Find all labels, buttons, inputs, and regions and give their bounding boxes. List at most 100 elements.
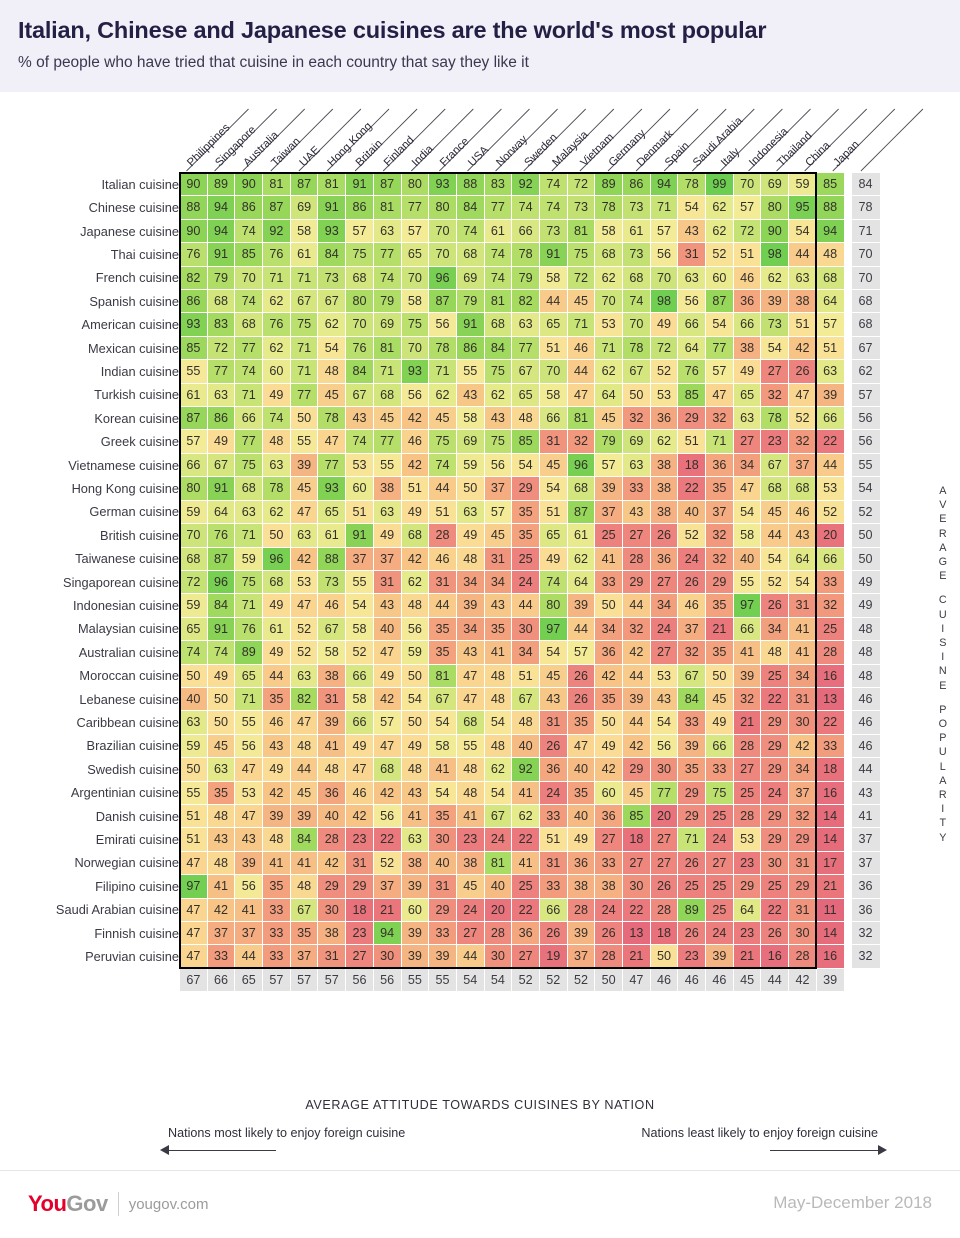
heatmap-cell: 32 bbox=[706, 407, 733, 430]
heatmap-cell: 97 bbox=[539, 617, 567, 641]
heatmap-cell: 73 bbox=[761, 313, 789, 336]
column-header-band: Philippines Singapore Australia Taiwan UAE Ho… bbox=[0, 92, 960, 172]
grid-spacer bbox=[844, 758, 851, 781]
heatmap-cell: 68 bbox=[567, 477, 595, 500]
heatmap-cell: 74 bbox=[180, 641, 207, 664]
heatmap-cell: 84 bbox=[290, 828, 318, 851]
row-label: Emirati cuisine bbox=[1, 828, 179, 851]
heatmap-cell: 45 bbox=[567, 290, 595, 313]
heatmap-cell: 25 bbox=[733, 781, 761, 804]
grid-spacer bbox=[844, 383, 851, 407]
heatmap-cell: 35 bbox=[512, 524, 539, 547]
heatmap-cell: 23 bbox=[733, 851, 761, 875]
heatmap-cell: 98 bbox=[761, 243, 789, 266]
heatmap-cell: 21 bbox=[733, 945, 761, 968]
arrow-left-label: Nations most likely to enjoy foreign cui… bbox=[168, 1126, 406, 1140]
column-label: Japan bbox=[831, 139, 861, 169]
heatmap-cell: 28 bbox=[789, 945, 816, 968]
heatmap-cell: 66 bbox=[816, 407, 844, 430]
heatmap-cell: 32 bbox=[623, 407, 650, 430]
heatmap-cell: 42 bbox=[595, 758, 622, 781]
heatmap-cell: 90 bbox=[761, 219, 789, 243]
heatmap-cell: 39 bbox=[456, 594, 484, 617]
heatmap-cell: 70 bbox=[539, 360, 567, 383]
heatmap-cell: 94 bbox=[207, 196, 235, 219]
heatmap-cell: 77 bbox=[706, 336, 733, 360]
heatmap-cell: 67 bbox=[623, 360, 650, 383]
heatmap-cell: 67 bbox=[761, 453, 789, 477]
heatmap-cell: 44 bbox=[623, 664, 650, 687]
heatmap-cell: 59 bbox=[789, 173, 816, 196]
heatmap-cell: 53 bbox=[346, 453, 373, 477]
heatmap-cell: 22 bbox=[761, 898, 789, 921]
heatmap-cell: 94 bbox=[207, 219, 235, 243]
heatmap-cell: 47 bbox=[373, 734, 401, 758]
heatmap-cell: 39 bbox=[290, 804, 318, 828]
heatmap-cell: 39 bbox=[567, 594, 595, 617]
heatmap-cell: 91 bbox=[207, 243, 235, 266]
heatmap-cell: 67 bbox=[346, 383, 373, 407]
heatmap-cell: 29 bbox=[706, 570, 733, 594]
page-subtitle: % of people who have tried that cuisine … bbox=[18, 53, 529, 71]
heatmap-cell: 77 bbox=[373, 243, 401, 266]
heatmap-cell: 57 bbox=[733, 196, 761, 219]
grid-spacer bbox=[844, 313, 851, 336]
heatmap-cell: 49 bbox=[650, 313, 678, 336]
heatmap-cell: 63 bbox=[789, 266, 816, 290]
heatmap-cell: 20 bbox=[816, 524, 844, 547]
column-average-cell: 46 bbox=[650, 968, 678, 992]
heatmap-cell: 30 bbox=[318, 898, 346, 921]
heatmap-cell: 42 bbox=[401, 407, 429, 430]
arrow-right-line bbox=[770, 1150, 878, 1151]
row-label: Finnish cuisine bbox=[1, 922, 179, 945]
heatmap-cell: 67 bbox=[512, 360, 539, 383]
heatmap-cell: 16 bbox=[816, 945, 844, 968]
heatmap-cell: 47 bbox=[346, 758, 373, 781]
heatmap-cell: 52 bbox=[650, 360, 678, 383]
heatmap-cell: 25 bbox=[678, 875, 706, 898]
heatmap-cell: 51 bbox=[180, 828, 207, 851]
heatmap-cell: 37 bbox=[235, 922, 263, 945]
heatmap-cell: 68 bbox=[180, 547, 207, 570]
heatmap-cell: 19 bbox=[539, 945, 567, 968]
heatmap-cell: 71 bbox=[235, 524, 263, 547]
grid-spacer bbox=[844, 594, 851, 617]
heatmap-cell: 46 bbox=[318, 594, 346, 617]
heatmap-cell: 43 bbox=[539, 687, 567, 711]
heatmap-cell: 79 bbox=[512, 266, 539, 290]
heatmap-cell: 14 bbox=[816, 804, 844, 828]
heatmap-cell: 23 bbox=[346, 828, 373, 851]
heatmap-cell: 27 bbox=[761, 360, 789, 383]
heatmap-cell: 47 bbox=[567, 734, 595, 758]
heatmap-cell: 50 bbox=[706, 664, 733, 687]
heatmap-cell: 49 bbox=[373, 524, 401, 547]
row-average-cell: 52 bbox=[851, 500, 880, 524]
yougov-logo[interactable]: You Gov yougov.com bbox=[28, 1191, 208, 1217]
heatmap-cell: 62 bbox=[401, 570, 429, 594]
heatmap-cell: 39 bbox=[401, 945, 429, 968]
heatmap-cell: 26 bbox=[678, 851, 706, 875]
heatmap-cell: 41 bbox=[318, 734, 346, 758]
heatmap-cell: 26 bbox=[761, 922, 789, 945]
heatmap-cell: 39 bbox=[401, 875, 429, 898]
heatmap-cell: 74 bbox=[539, 196, 567, 219]
heatmap-cell: 75 bbox=[346, 243, 373, 266]
heatmap-cell: 47 bbox=[235, 804, 263, 828]
heatmap-cell: 60 bbox=[401, 898, 429, 921]
heatmap-cell: 39 bbox=[678, 734, 706, 758]
heatmap-cell: 33 bbox=[816, 734, 844, 758]
page-header: Italian, Chinese and Japanese cuisines a… bbox=[0, 0, 960, 92]
heatmap-cell: 31 bbox=[789, 594, 816, 617]
heatmap-table: Italian cuisine 90 89 90 81 87 81 91 87 80 93 88 83 9… bbox=[0, 172, 881, 992]
heatmap-cell: 28 bbox=[484, 922, 512, 945]
heatmap-cell: 44 bbox=[290, 758, 318, 781]
heatmap-cell: 49 bbox=[207, 664, 235, 687]
heatmap-cell: 24 bbox=[761, 781, 789, 804]
heatmap-cell: 33 bbox=[595, 570, 622, 594]
heatmap-cell: 39 bbox=[263, 804, 290, 828]
heatmap-cell: 74 bbox=[512, 196, 539, 219]
row-label: German cuisine bbox=[1, 500, 179, 524]
heatmap-cell: 50 bbox=[401, 711, 429, 734]
heatmap-cell: 48 bbox=[484, 664, 512, 687]
heatmap-cell: 38 bbox=[456, 851, 484, 875]
